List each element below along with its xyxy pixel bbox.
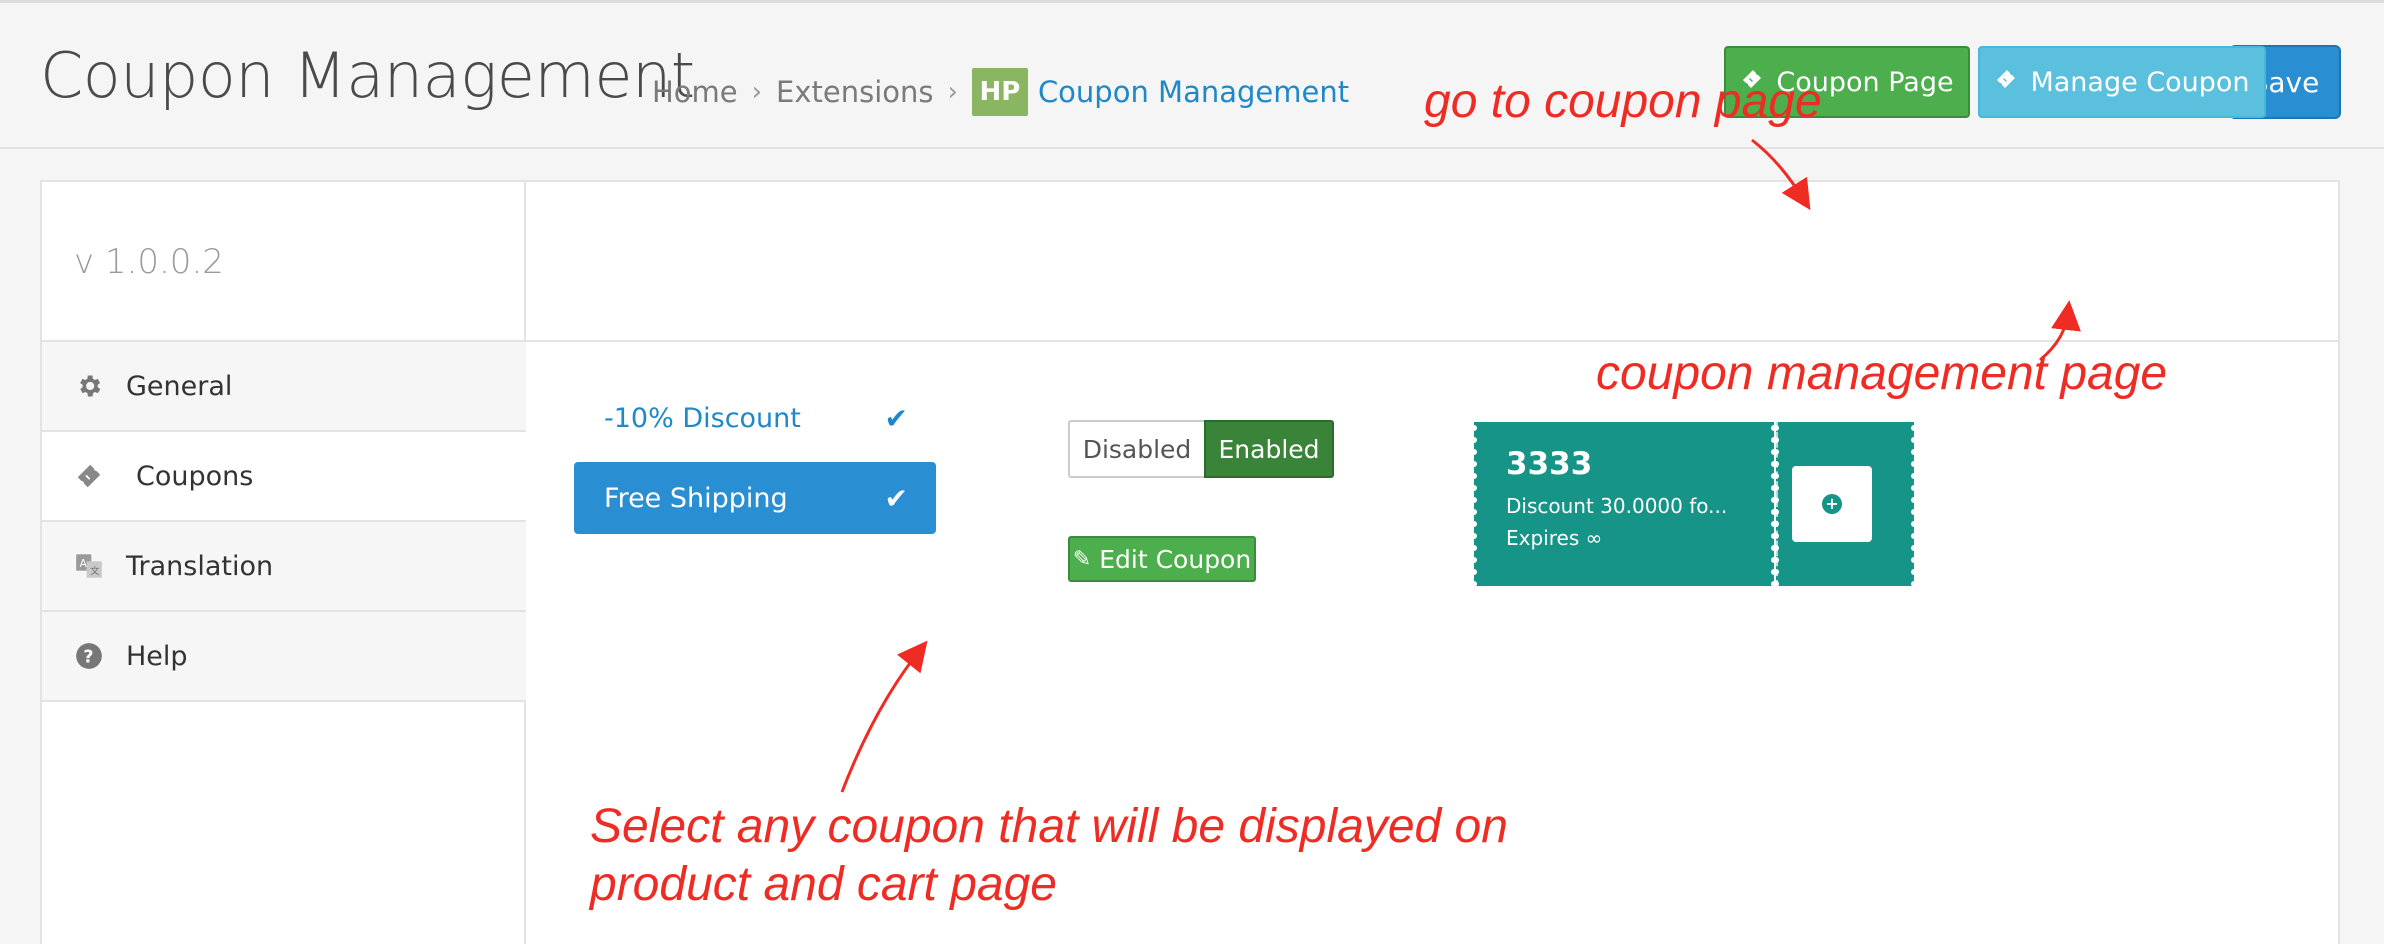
arrow-to-coupon-list: [840, 640, 928, 793]
arrow-to-coupon-page: [1751, 138, 1811, 211]
arrow-to-manage-coupon: [2039, 300, 2081, 362]
annotation-arrows: [840, 138, 2081, 793]
